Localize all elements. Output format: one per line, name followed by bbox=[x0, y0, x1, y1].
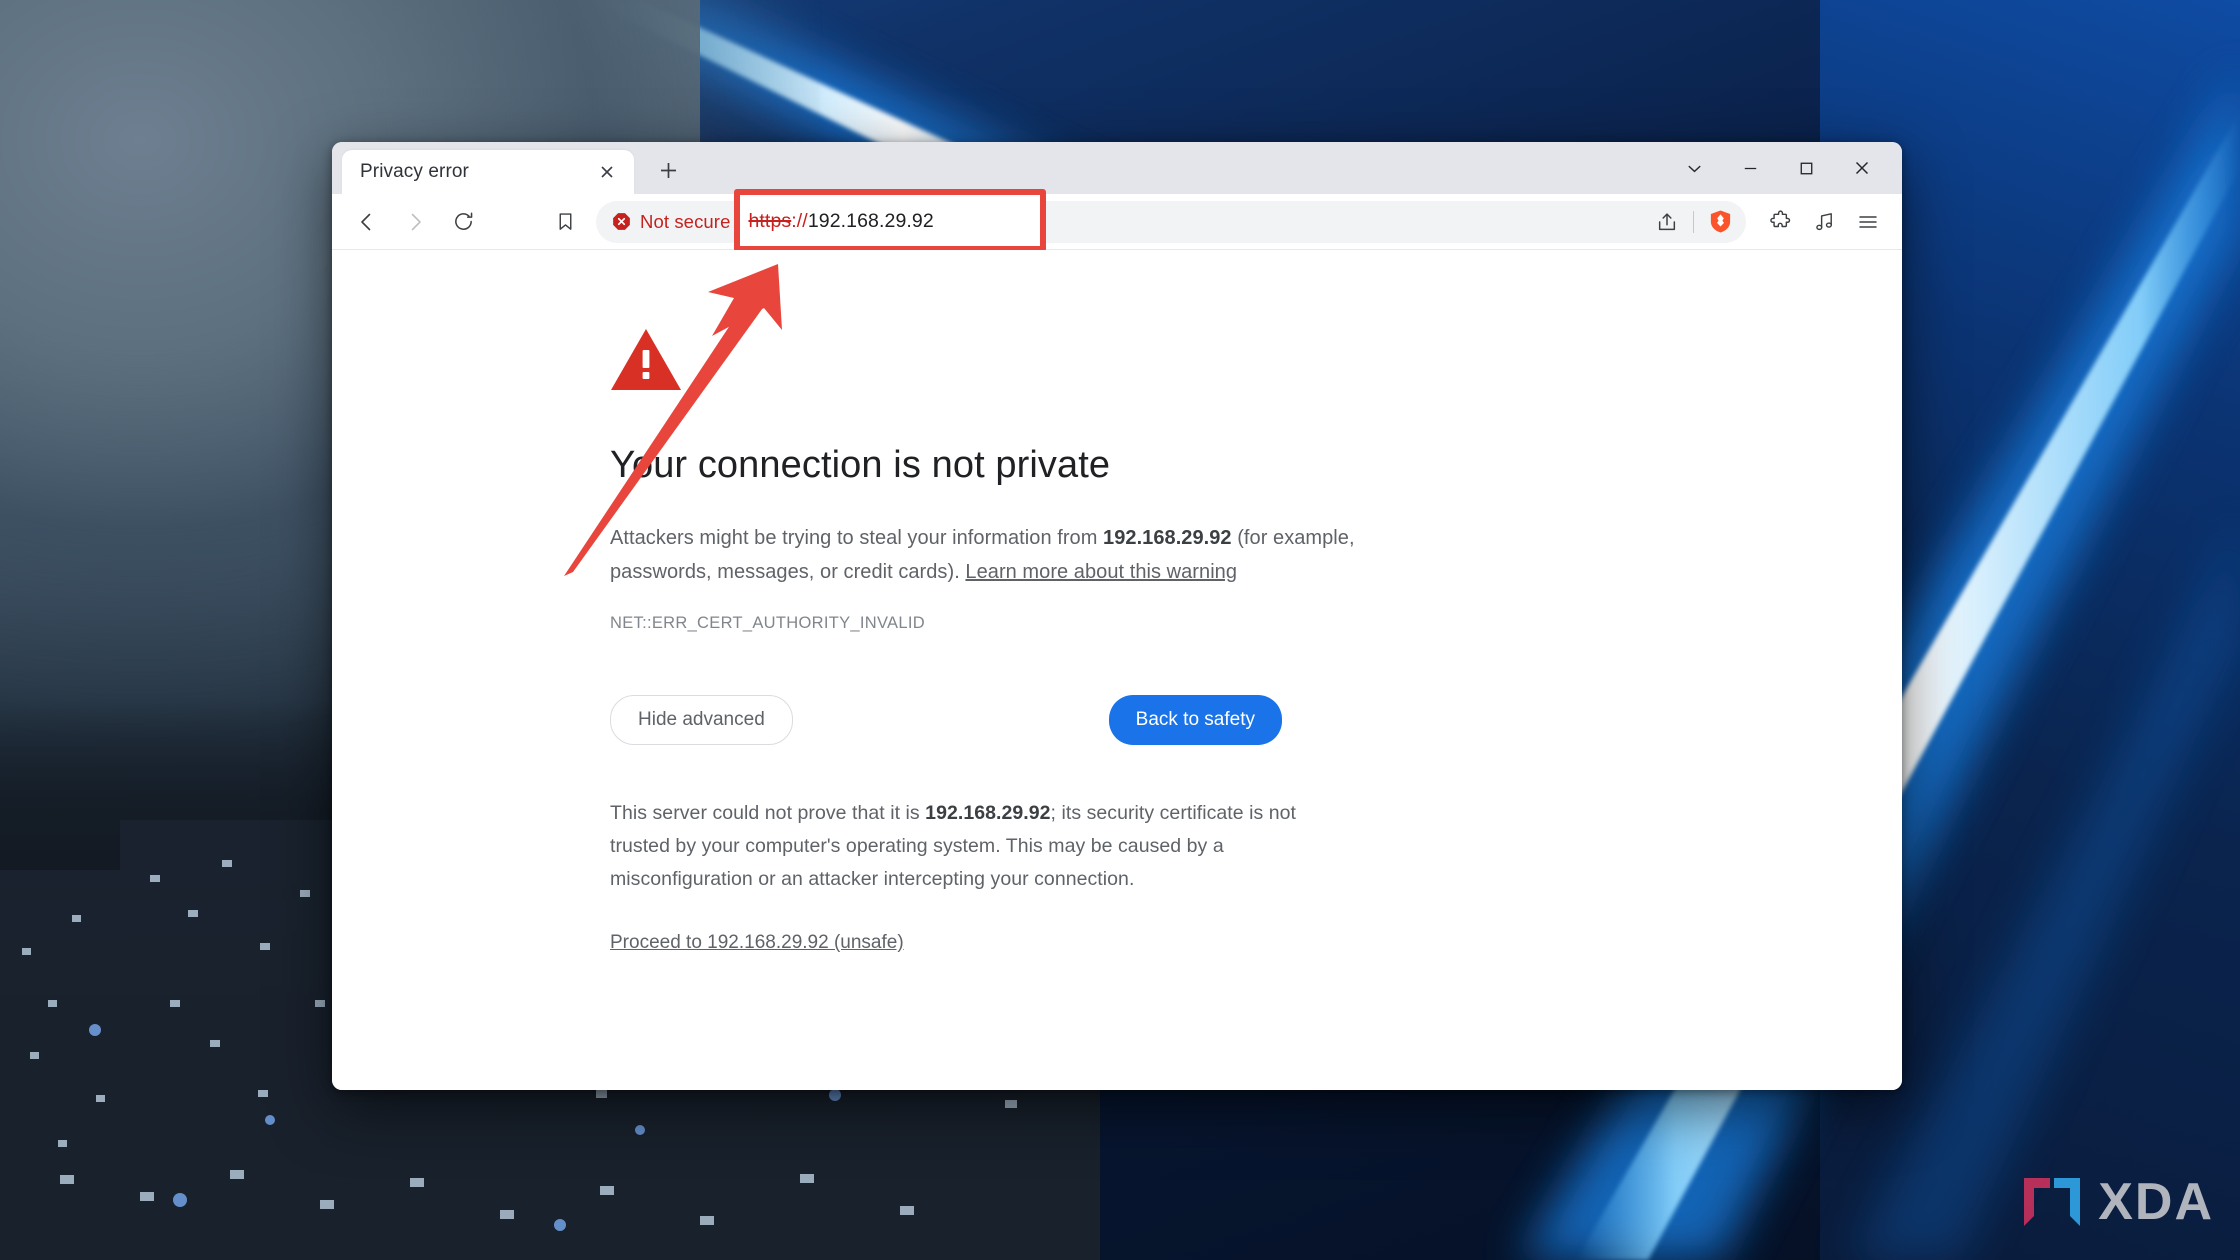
desktop-background: Privacy error Not secure https://192.168… bbox=[0, 0, 2240, 1260]
tab-strip: Privacy error bbox=[332, 150, 688, 194]
reload-icon[interactable] bbox=[442, 201, 484, 243]
privacy-error-interstitial: Your connection is not private Attackers… bbox=[610, 250, 1370, 954]
close-icon[interactable] bbox=[594, 159, 620, 185]
not-secure-label: Not secure bbox=[640, 210, 731, 232]
bookmark-icon[interactable] bbox=[544, 201, 586, 243]
xda-logo-icon bbox=[2024, 1178, 2081, 1226]
url-scheme: https bbox=[748, 210, 792, 232]
xda-watermark: XDA bbox=[2020, 1172, 2214, 1232]
advanced-host: 192.168.29.92 bbox=[925, 802, 1051, 824]
extensions-puzzle-icon[interactable] bbox=[1758, 200, 1802, 244]
forward-icon bbox=[394, 201, 436, 243]
browser-window: Privacy error Not secure https://192.168… bbox=[332, 142, 1902, 1090]
minimize-button[interactable] bbox=[1722, 142, 1778, 194]
advanced-prefix: This server could not prove that it is bbox=[610, 802, 926, 824]
omnibox-actions bbox=[1647, 202, 1740, 242]
hide-advanced-button[interactable]: Hide advanced bbox=[610, 695, 793, 745]
toolbar-right-actions bbox=[1758, 200, 1890, 244]
music-note-icon[interactable] bbox=[1802, 200, 1846, 244]
chevron-down-icon[interactable] bbox=[1666, 142, 1722, 194]
back-to-safety-button[interactable]: Back to safety bbox=[1108, 695, 1282, 745]
url-input[interactable]: https://192.168.29.92 bbox=[742, 210, 933, 233]
advanced-body-text: This server could not prove that it is 1… bbox=[610, 797, 1310, 896]
tab-privacy-error[interactable]: Privacy error bbox=[342, 150, 634, 194]
warning-triangle-icon bbox=[611, 329, 681, 390]
new-tab-button[interactable] bbox=[648, 150, 688, 190]
window-controls bbox=[1666, 142, 1902, 194]
action-buttons: Hide advanced Back to safety bbox=[610, 695, 1282, 745]
maximize-button[interactable] bbox=[1778, 142, 1834, 194]
tab-title: Privacy error bbox=[360, 161, 469, 182]
back-icon[interactable] bbox=[346, 201, 388, 243]
hamburger-menu-icon[interactable] bbox=[1846, 200, 1890, 244]
url-input-wrapper[interactable]: https://192.168.29.92 bbox=[734, 188, 1647, 252]
page-content: Your connection is not private Attackers… bbox=[332, 250, 1902, 1090]
not-secure-icon bbox=[613, 213, 630, 230]
share-icon[interactable] bbox=[1647, 202, 1687, 242]
close-button[interactable] bbox=[1834, 142, 1890, 194]
omnibox-divider bbox=[1693, 210, 1694, 233]
body-prefix: Attackers might be trying to steal your … bbox=[610, 527, 1104, 549]
url-host: 192.168.29.92 bbox=[807, 210, 934, 232]
error-code: NET::ERR_CERT_AUTHORITY_INVALID bbox=[610, 614, 925, 632]
learn-more-link[interactable]: Learn more about this warning bbox=[965, 561, 1237, 583]
browser-toolbar: Not secure https://192.168.29.92 bbox=[332, 188, 1902, 252]
brave-shields-icon[interactable] bbox=[1700, 202, 1740, 242]
warning-body-text: Attackers might be trying to steal your … bbox=[610, 521, 1370, 589]
address-bar[interactable]: Not secure https://192.168.29.92 bbox=[596, 188, 1746, 252]
body-host: 192.168.29.92 bbox=[1103, 527, 1232, 549]
advanced-section: This server could not prove that it is 1… bbox=[610, 797, 1310, 954]
page-title: Your connection is not private bbox=[610, 444, 1111, 486]
proceed-unsafe-link[interactable]: Proceed to 192.168.29.92 (unsafe) bbox=[610, 932, 904, 954]
url-separator: :// bbox=[791, 210, 808, 232]
browser-titlebar: Privacy error bbox=[332, 142, 1902, 194]
xda-wordmark: XDA bbox=[2098, 1173, 2214, 1231]
not-secure-badge[interactable]: Not secure bbox=[610, 211, 742, 233]
